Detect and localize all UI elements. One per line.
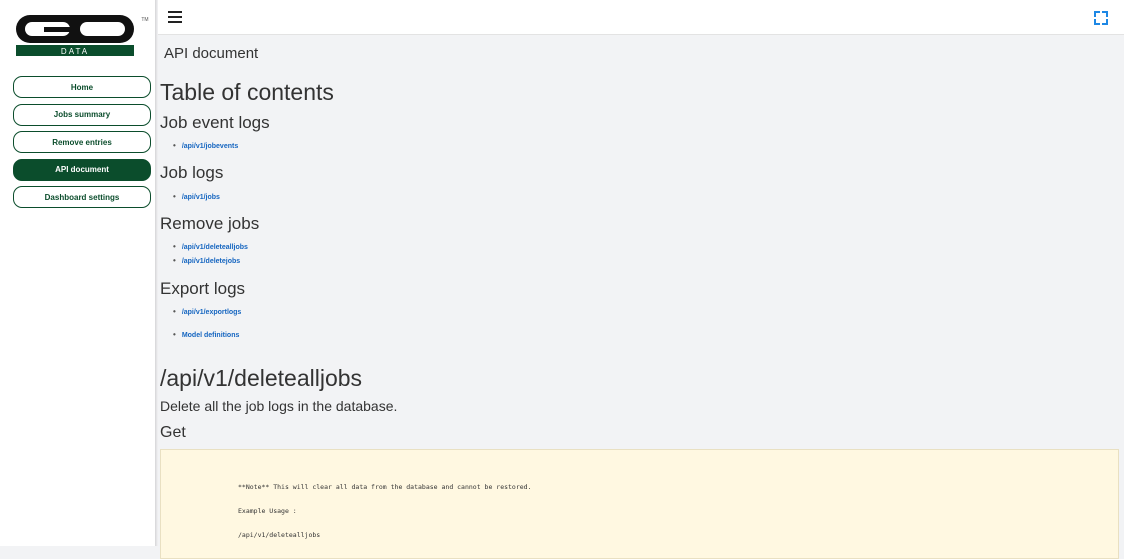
sidebar-item-api-document[interactable]: API document xyxy=(13,158,151,181)
endpoint-description: Delete all the job logs in the database. xyxy=(160,398,398,414)
link-jobevents[interactable]: /api/v1/jobevents xyxy=(173,141,238,150)
link-deletealljobs[interactable]: /api/v1/deletealljobs xyxy=(173,242,248,251)
logo-tm-text: TM xyxy=(141,17,148,23)
code-example-url: /api/v1/deletealljobs xyxy=(238,531,321,539)
sidebar-item-jobs-summary[interactable]: Jobs summary xyxy=(13,103,151,126)
sidebar-divider xyxy=(155,0,158,546)
section-title-remove-jobs: Remove jobs xyxy=(160,214,260,233)
link-exportlogs[interactable]: /api/v1/exportlogs xyxy=(173,307,242,316)
code-block: **Note** This will clear all data from t… xyxy=(160,449,1119,559)
sidebar: DATA TM Home Jobs summary Remove entries… xyxy=(0,0,155,546)
endpoint-method: Get xyxy=(160,424,186,441)
endpoint-title: /api/v1/deletealljobs xyxy=(160,365,363,391)
link-jobs[interactable]: /api/v1/jobs xyxy=(173,192,220,201)
link-deletejobs[interactable]: /api/v1/deletejobs xyxy=(173,256,240,265)
toc-title: Table of contents xyxy=(160,79,334,105)
sidebar-item-remove-entries[interactable]: Remove entries xyxy=(13,131,151,153)
fullscreen-icon[interactable] xyxy=(1094,11,1108,25)
page-title: API document xyxy=(164,45,259,62)
link-model-definitions[interactable]: Model definitions xyxy=(173,330,240,339)
sidebar-nav: Home Jobs summary Remove entries API doc… xyxy=(13,76,151,214)
code-example-label: Example Usage : xyxy=(238,507,297,515)
sidebar-item-dashboard-settings[interactable]: Dashboard settings xyxy=(13,186,151,208)
sidebar-item-home[interactable]: Home xyxy=(13,76,151,98)
top-bar xyxy=(158,0,1124,35)
logo-data-text: DATA xyxy=(61,47,89,56)
go-data-logo[interactable]: DATA TM xyxy=(14,12,154,60)
section-title-export-logs: Export logs xyxy=(160,279,246,298)
code-note-line: **Note** This will clear all data from t… xyxy=(238,483,532,491)
section-title-job-event-logs: Job event logs xyxy=(160,113,270,132)
section-title-job-logs: Job logs xyxy=(160,163,224,182)
hamburger-icon[interactable] xyxy=(168,11,182,23)
